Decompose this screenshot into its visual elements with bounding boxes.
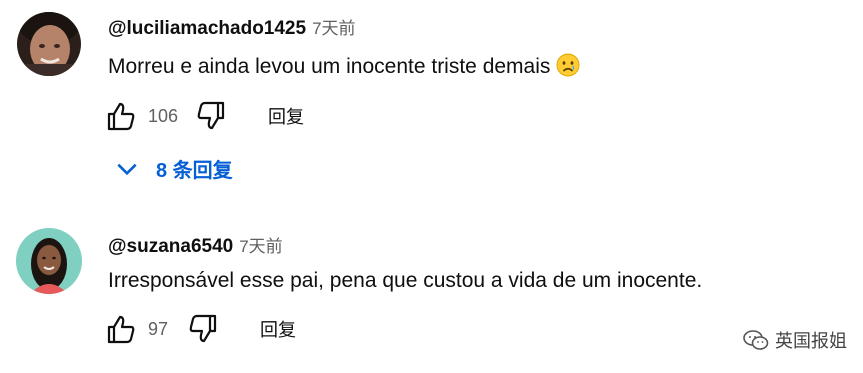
show-replies-button[interactable]: 8 条回复 (114, 154, 233, 183)
comment-text: Morreu e ainda levou um inocente triste … (108, 53, 580, 83)
wechat-icon (743, 330, 769, 350)
watermark: 英国报姐 (743, 327, 847, 353)
comment-body: Morreu e ainda levou um inocente triste … (108, 55, 551, 78)
chevron-down-icon (117, 163, 137, 175)
comment-text: Irresponsável esse pai, pena que custou … (108, 269, 702, 293)
comment-actions: 97 回复 (104, 311, 296, 347)
crying-face-icon (556, 53, 580, 83)
reply-button[interactable]: 回复 (268, 103, 304, 129)
comment-meta: @luciliamachado1425 7天前 (108, 14, 356, 40)
avatar[interactable] (16, 228, 82, 294)
like-count: 97 (148, 318, 169, 339)
reply-button[interactable]: 回复 (260, 316, 296, 342)
timestamp[interactable]: 7天前 (312, 14, 355, 39)
comments-section: @luciliamachado1425 7天前 Morreu e ainda l… (0, 0, 863, 373)
avatar[interactable] (17, 12, 81, 76)
comment-actions: 106 回复 (104, 98, 304, 134)
comment-thread: @suzana6540 7天前 Irresponsável esse pai, … (0, 210, 863, 373)
comment-body: Irresponsável esse pai, pena que custou … (108, 269, 703, 292)
watermark-text: 英国报姐 (775, 331, 847, 351)
comment-meta: @suzana6540 7天前 (108, 232, 283, 258)
like-button[interactable] (104, 98, 138, 134)
author-handle[interactable]: @suzana6540 (108, 236, 233, 258)
replies-count-label: 8 条回复 (156, 160, 233, 182)
thumbs-down-icon (189, 314, 217, 343)
like-button[interactable] (104, 311, 138, 347)
thumbs-up-icon (107, 315, 135, 344)
dislike-button[interactable] (194, 98, 228, 134)
avatar-image (16, 228, 82, 294)
timestamp[interactable]: 7天前 (239, 232, 282, 257)
comment-thread: @luciliamachado1425 7天前 Morreu e ainda l… (0, 0, 863, 200)
dislike-button[interactable] (186, 311, 220, 347)
thumbs-down-icon (197, 101, 225, 130)
author-handle[interactable]: @luciliamachado1425 (108, 18, 306, 40)
avatar-image (17, 12, 81, 76)
like-count: 106 (148, 105, 179, 126)
thumbs-up-icon (107, 102, 135, 131)
